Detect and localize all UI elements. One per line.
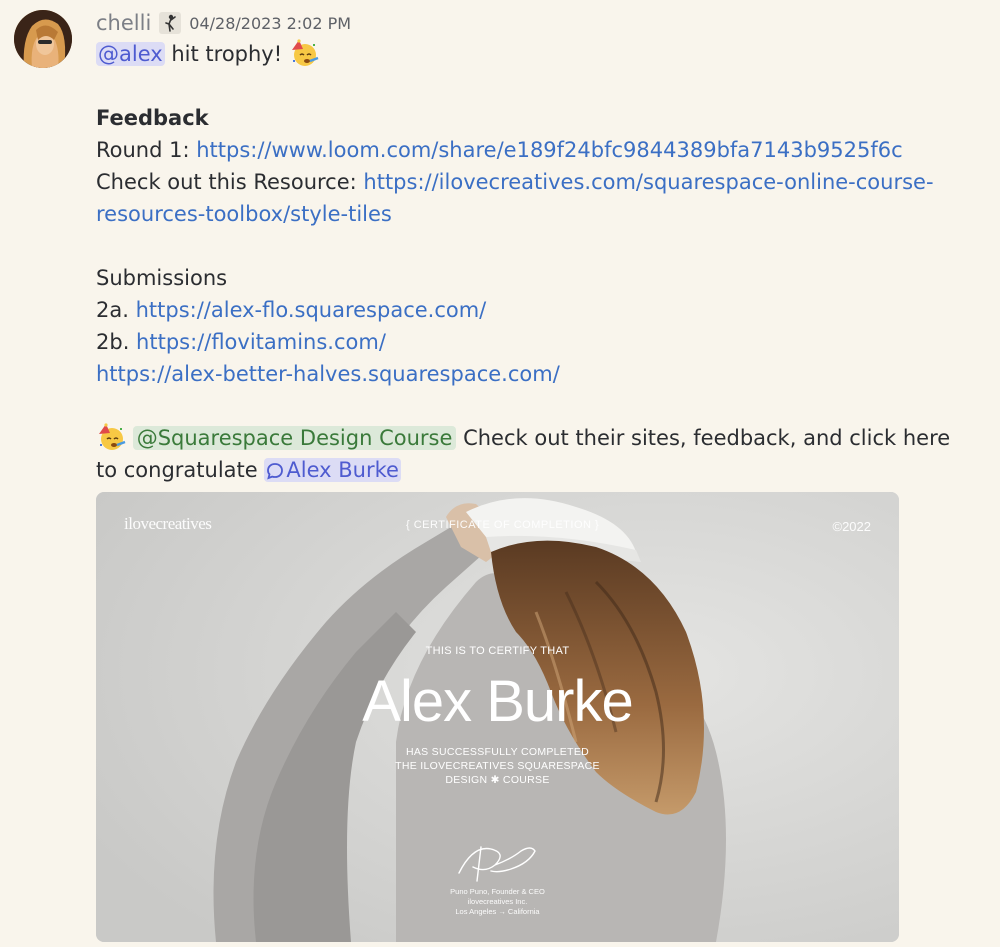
founder-line2: ilovecreatives Inc. [467, 897, 528, 906]
signature-icon [458, 846, 536, 882]
submission-3: https://alex-better-halves.squarespace.c… [96, 358, 976, 390]
submission-2a: 2a. https://alex-flo.squarespace.com/ [96, 294, 976, 326]
trophy-line: @alex hit trophy! [96, 38, 976, 70]
loom-link[interactable]: https://www.loom.com/share/e189f24bfc984… [196, 138, 902, 162]
message-timestamp: 04/28/2023 2:02 PM [189, 13, 352, 33]
certify-label: THIS IS TO CERTIFY THAT [425, 645, 570, 657]
submission-2b: 2b. https://flovitamins.com/ [96, 326, 976, 358]
thread-mention[interactable]: Alex Burke [264, 458, 401, 482]
submission-2a-link[interactable]: https://alex-flo.squarespace.com/ [136, 298, 487, 322]
trophy-text: hit trophy! [164, 42, 289, 66]
submission-3-link[interactable]: https://alex-better-halves.squarespace.c… [96, 362, 560, 386]
certificate-founder: Puno Puno, Founder & CEO ilovecreatives … [96, 887, 899, 917]
feedback-heading: Feedback [96, 106, 209, 130]
congrats-text2: to congratulate [96, 458, 265, 482]
thread-mention-label: Alex Burke [286, 458, 399, 482]
submission-2b-label: 2b. [96, 330, 137, 354]
founder-line3: Los Angeles → California [455, 907, 540, 916]
certificate-brand: ilovecreatives [124, 514, 212, 533]
completed-line1: HAS SUCCESSFULLY COMPLETED [405, 746, 590, 758]
certificate-completed-text: HAS SUCCESSFULLY COMPLETED THE ILOVECREA… [96, 745, 899, 787]
congrats-line: @Squarespace Design Course Check out the… [96, 422, 976, 454]
resource-label: Check out this Resource: [96, 170, 364, 194]
certificate-year: ©2022 [832, 519, 872, 534]
partying-face-icon [99, 423, 126, 450]
submissions-heading: Submissions [96, 266, 228, 290]
founder-line1: Puno Puno, Founder & CEO [450, 887, 545, 896]
resource-link-part1[interactable]: https://ilovecreatives.com/squarespace-o… [363, 170, 933, 194]
completed-line3: DESIGN ✱ COURSE [445, 774, 550, 786]
user-avatar[interactable] [14, 10, 72, 68]
message-content: @alex hit trophy! Feedback Round 1: http… [96, 38, 976, 486]
user-mention[interactable]: @alex [96, 42, 165, 66]
completed-line2: THE ILOVECREATIVES SQUARESPACE [395, 760, 600, 772]
round1-line: Round 1: https://www.loom.com/share/e189… [96, 134, 976, 166]
submission-2a-label: 2a. [96, 298, 136, 322]
congrats-line-wrap: to congratulate Alex Burke [96, 454, 976, 486]
thread-bubble-icon [267, 463, 284, 480]
message-header: chelli 04/28/2023 2:02 PM [96, 8, 351, 38]
resource-line-wrap: resources-toolbox/style-tiles [96, 198, 976, 230]
certificate-image[interactable]: ilovecreatives { CERTIFICATE OF COMPLETI… [96, 492, 899, 942]
partying-face-icon [291, 39, 319, 66]
certificate-header-label: { CERTIFICATE OF COMPLETION } [406, 519, 600, 531]
dancer-role-icon[interactable] [159, 12, 182, 34]
username[interactable]: chelli [96, 11, 151, 35]
chat-message: chelli 04/28/2023 2:02 PM @alex hit trop… [0, 0, 1000, 947]
role-mention[interactable]: @Squarespace Design Course [132, 426, 457, 450]
certificate-recipient: Alex Burke [362, 669, 633, 734]
submission-2b-link[interactable]: https://flovitamins.com/ [136, 330, 386, 354]
congrats-text1: Check out their sites, feedback, and cli… [456, 426, 951, 450]
resource-link-part2[interactable]: resources-toolbox/style-tiles [96, 202, 392, 226]
round1-label: Round 1: [96, 138, 197, 162]
resource-line: Check out this Resource: https://ilovecr… [96, 166, 976, 198]
